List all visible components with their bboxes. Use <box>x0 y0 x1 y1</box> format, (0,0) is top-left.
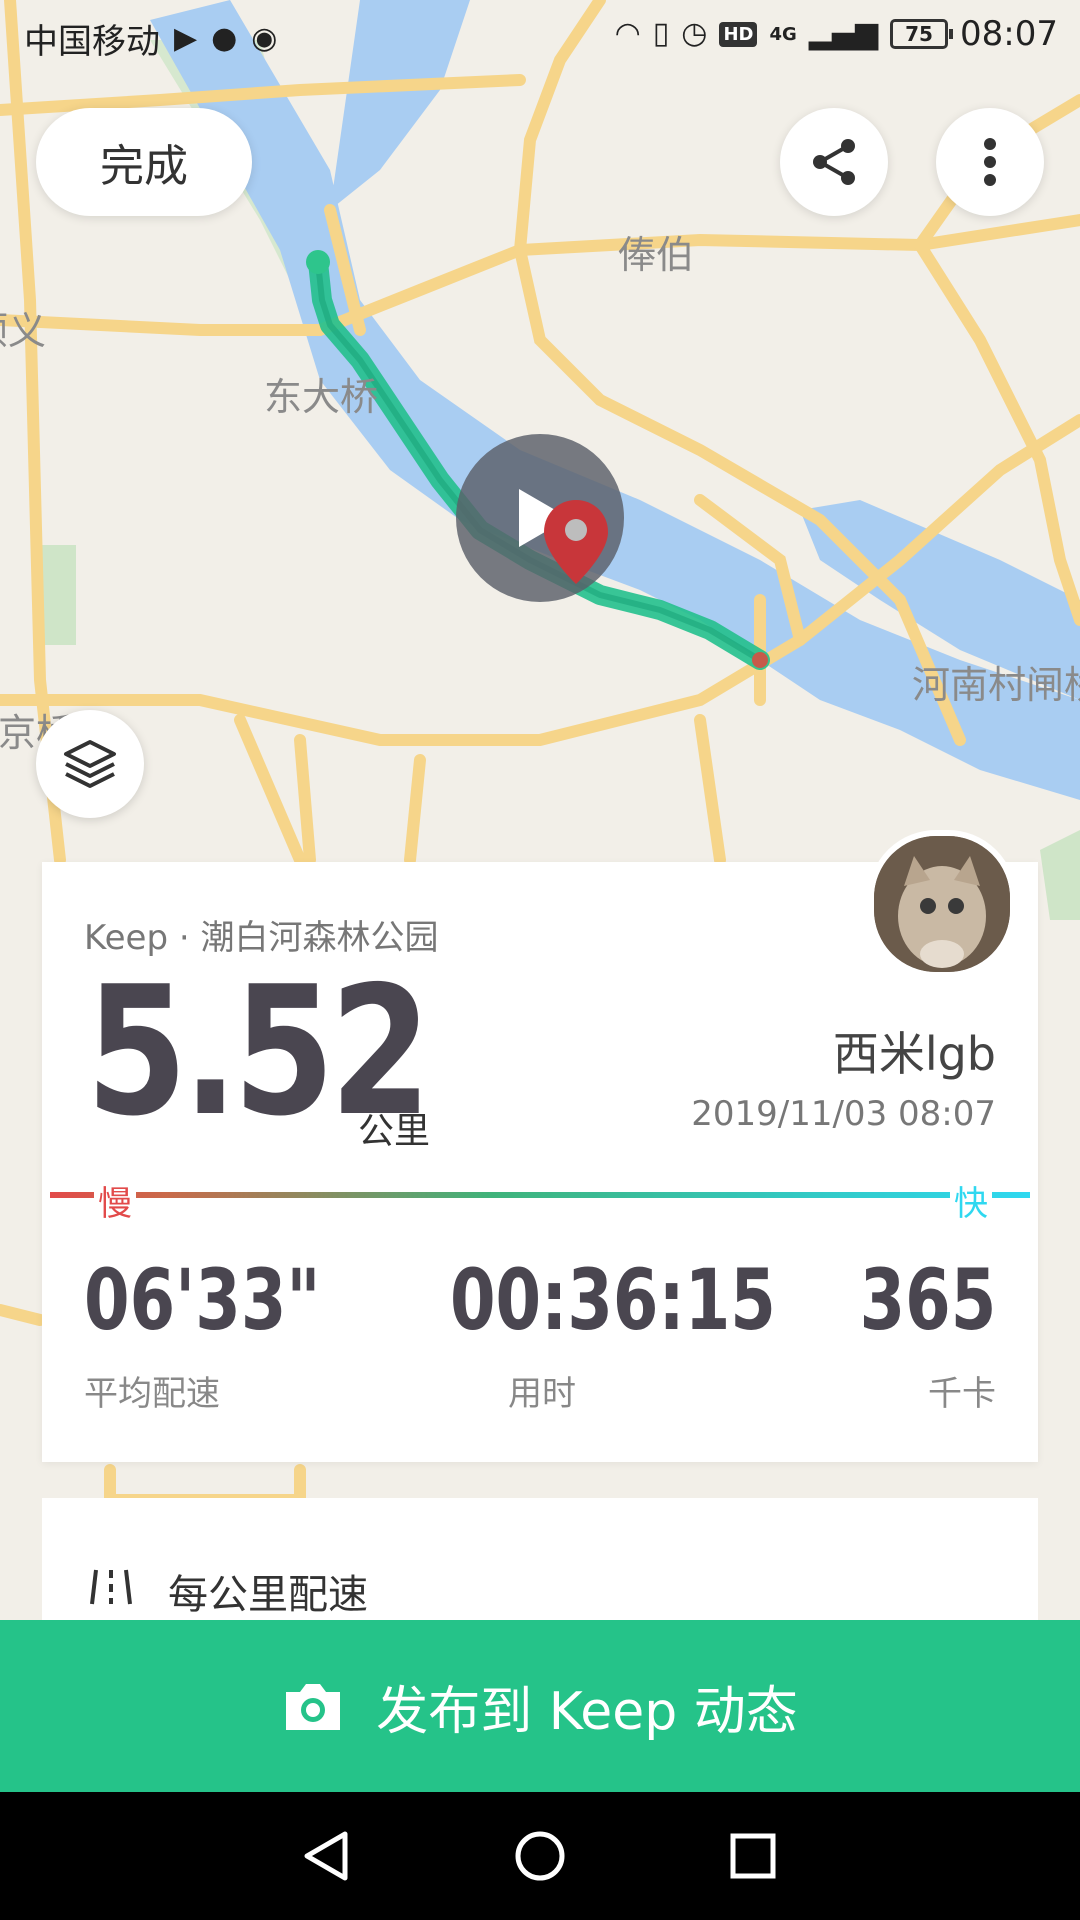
duration-label: 用时 <box>508 1374 576 1414</box>
pace-gradient-bar <box>50 1192 1030 1198</box>
layers-icon <box>64 740 116 788</box>
distance-unit: 公里 <box>358 1111 431 1152</box>
publish-label: 发布到 Keep 动态 <box>376 1681 798 1742</box>
home-icon[interactable] <box>512 1828 568 1884</box>
hd-icon: HD <box>719 21 758 47</box>
carrier-label: 中国移动 <box>24 22 160 62</box>
system-navigation-bar <box>0 1792 1080 1920</box>
map-label-dongdaqiao: 东大桥 <box>264 375 379 419</box>
pace-per-km-title: 每公里配速 <box>168 1572 368 1618</box>
map-label-shunyi: 顺义 <box>0 309 47 353</box>
duration-value: 00:36:15 <box>449 1251 776 1349</box>
more-button[interactable] <box>936 108 1044 216</box>
battery-level: 75 <box>905 22 933 46</box>
publish-to-keep-button[interactable]: 发布到 Keep 动态 <box>0 1620 1080 1792</box>
headphone-icon: ◠ <box>614 16 641 51</box>
play-store-icon: ▶ <box>174 20 198 56</box>
recents-icon[interactable] <box>725 1828 781 1884</box>
username[interactable]: 西米lgb <box>833 1018 996 1084</box>
battery-icon: 75 <box>890 19 954 49</box>
wechat-icon: ● <box>211 20 238 56</box>
slow-label: 慢 <box>94 1176 136 1225</box>
calories-label: 千卡 <box>928 1374 996 1414</box>
alarm-icon: ◷ <box>681 16 708 51</box>
map-app-icon: ◉ <box>251 20 278 56</box>
calories-value: 365 <box>859 1251 996 1349</box>
network-type: 4G <box>769 23 797 45</box>
done-button[interactable]: 完成 <box>36 108 252 216</box>
location-pin-icon <box>544 500 608 588</box>
map-label-henancun: 河南村闸桥 <box>912 663 1080 707</box>
status-bar: 中国移动 ▶ ● ◉ ◠ ▯ ◷ HD 4G ▂▄▆ 75 08:07 <box>0 0 1080 72</box>
fast-label: 快 <box>950 1176 992 1225</box>
duration-stat: 00:36:15 用时 <box>424 1251 776 1415</box>
map-layers-button[interactable] <box>36 710 144 818</box>
map-label-fengbo: 俸伯 <box>618 233 695 277</box>
camera-icon <box>286 1684 341 1730</box>
avg-pace-stat: 06'33" 平均配速 <box>84 1256 387 1415</box>
calories-stat: 365 千卡 <box>821 1256 996 1415</box>
avg-pace-label: 平均配速 <box>84 1374 220 1414</box>
run-datetime: 2019/11/03 08:07 <box>691 1094 996 1134</box>
avg-pace-value: 06'33" <box>84 1251 321 1349</box>
clock: 08:07 <box>960 14 1058 54</box>
share-button[interactable] <box>780 108 888 216</box>
signal-icon: ▂▄▆ <box>808 16 879 51</box>
pace-per-km-card[interactable]: 每公里配速 <box>42 1498 1038 1638</box>
pace-lanes-icon <box>90 1569 132 1605</box>
vibrate-icon: ▯ <box>652 16 670 51</box>
back-icon[interactable] <box>299 1828 355 1884</box>
avatar[interactable] <box>868 830 1016 978</box>
cat-avatar-image <box>874 836 1010 972</box>
more-vertical-icon <box>984 138 996 186</box>
share-icon <box>813 139 855 185</box>
